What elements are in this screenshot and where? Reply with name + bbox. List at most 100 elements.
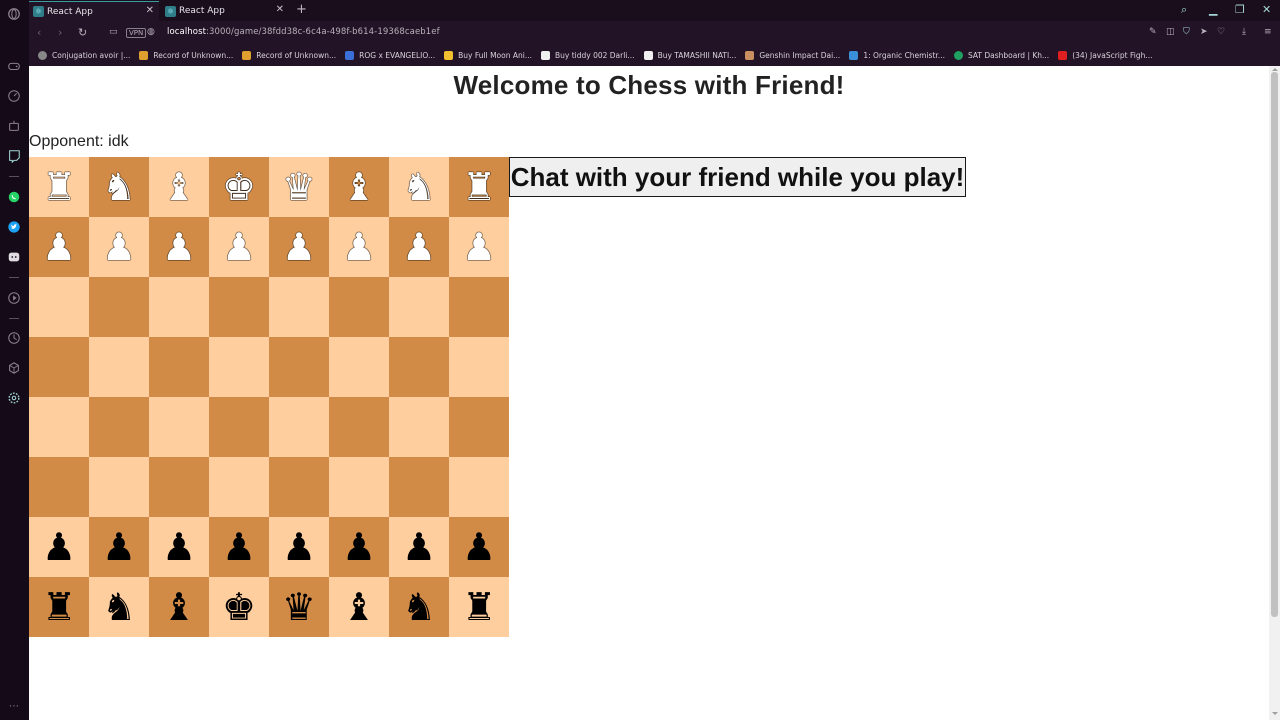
board-square[interactable] (149, 277, 209, 337)
board-square[interactable] (89, 277, 149, 337)
twitter-icon[interactable] (6, 219, 22, 235)
close-tab-icon[interactable]: ✕ (146, 6, 154, 16)
board-square[interactable] (449, 397, 509, 457)
gamepad-icon[interactable] (6, 58, 22, 74)
white-knight-icon[interactable]: ♞ (402, 157, 436, 217)
shield-icon[interactable]: ⛉ (1183, 27, 1190, 37)
black-bishop-icon[interactable]: ♝ (342, 577, 376, 637)
white-rook-icon[interactable]: ♜ (42, 157, 76, 217)
board-square[interactable]: ♟ (29, 217, 89, 277)
board-square[interactable]: ♟ (89, 517, 149, 577)
board-square[interactable]: ♜ (29, 577, 89, 637)
black-pawn-icon[interactable]: ♟ (42, 517, 76, 577)
black-pawn-icon[interactable]: ♟ (462, 517, 496, 577)
board-square[interactable]: ♟ (269, 517, 329, 577)
board-square[interactable] (449, 277, 509, 337)
bookmark-item[interactable]: Record of Unknown... (242, 51, 336, 60)
board-square[interactable] (329, 397, 389, 457)
forward-icon[interactable]: › (58, 26, 62, 39)
board-square[interactable]: ♞ (89, 157, 149, 217)
site-info-icon[interactable]: ◍ (147, 27, 155, 37)
board-square[interactable]: ♛ (269, 577, 329, 637)
board-square[interactable] (389, 337, 449, 397)
black-pawn-icon[interactable]: ♟ (102, 517, 136, 577)
board-square[interactable] (389, 457, 449, 517)
tab-react-app-2[interactable]: ⚛ React App ✕ (161, 1, 289, 21)
board-square[interactable]: ♞ (389, 157, 449, 217)
board-square[interactable] (29, 457, 89, 517)
bookmark-item[interactable]: Record of Unknown... (139, 51, 233, 60)
bookmark-item[interactable]: ROG x EVANGELIO... (345, 51, 435, 60)
close-tab-icon[interactable]: ✕ (276, 5, 284, 15)
board-square[interactable] (29, 277, 89, 337)
board-square[interactable] (89, 397, 149, 457)
board-square[interactable] (329, 277, 389, 337)
snapshot-icon[interactable]: ◫ (1166, 27, 1175, 37)
tab-react-app-1[interactable]: ⚛ React App ✕ (29, 1, 159, 21)
board-square[interactable] (269, 397, 329, 457)
board-square[interactable]: ♛ (269, 157, 329, 217)
board-square[interactable] (209, 277, 269, 337)
robot-icon[interactable] (6, 118, 22, 134)
white-knight-icon[interactable]: ♞ (102, 157, 136, 217)
board-square[interactable]: ♞ (389, 577, 449, 637)
white-pawn-icon[interactable]: ♟ (402, 217, 436, 277)
black-king-icon[interactable]: ♚ (222, 577, 256, 637)
white-pawn-icon[interactable]: ♟ (342, 217, 376, 277)
heart-icon[interactable]: ♡ (1217, 27, 1225, 37)
edit-icon[interactable]: ✎ (1149, 27, 1157, 37)
restore-window-icon[interactable]: ❐ (1235, 3, 1245, 16)
bookmark-item[interactable]: (34) JavaScript Figh... (1058, 51, 1152, 60)
whatsapp-icon[interactable] (6, 189, 22, 205)
black-bishop-icon[interactable]: ♝ (162, 577, 196, 637)
url-field[interactable]: localhost:3000/game/38fdd38c-6c4a-498f-b… (167, 27, 440, 37)
board-square[interactable] (449, 457, 509, 517)
white-rook-icon[interactable]: ♜ (462, 157, 496, 217)
scroll-up-icon[interactable] (1272, 68, 1278, 71)
minimize-window-icon[interactable]: ▁ (1209, 3, 1217, 16)
board-square[interactable] (29, 337, 89, 397)
black-rook-icon[interactable]: ♜ (42, 577, 76, 637)
board-square[interactable]: ♝ (329, 577, 389, 637)
bookmark-item[interactable]: Buy Full Moon Ani... (444, 51, 532, 60)
white-pawn-icon[interactable]: ♟ (462, 217, 496, 277)
bookmark-item[interactable]: 1: Organic Chemistr... (849, 51, 945, 60)
chat-box[interactable]: Chat with your friend while you play! (509, 157, 966, 197)
white-pawn-icon[interactable]: ♟ (102, 217, 136, 277)
search-tabs-icon[interactable]: ⌕ (1181, 3, 1187, 17)
board-square[interactable] (29, 397, 89, 457)
scrollbar-thumb[interactable] (1271, 72, 1278, 617)
reload-icon[interactable]: ↻ (78, 26, 87, 39)
board-square[interactable]: ♟ (269, 217, 329, 277)
board-square[interactable]: ♟ (209, 517, 269, 577)
board-square[interactable]: ♟ (29, 517, 89, 577)
board-square[interactable] (389, 277, 449, 337)
board-square[interactable] (209, 337, 269, 397)
black-pawn-icon[interactable]: ♟ (282, 517, 316, 577)
white-bishop-icon[interactable]: ♝ (162, 157, 196, 217)
white-pawn-icon[interactable]: ♟ (222, 217, 256, 277)
more-options-icon[interactable]: ⋯ (6, 698, 22, 714)
board-square[interactable]: ♟ (449, 217, 509, 277)
board-square[interactable] (269, 337, 329, 397)
speedometer-icon[interactable] (6, 88, 22, 104)
black-knight-icon[interactable]: ♞ (102, 577, 136, 637)
white-king-icon[interactable]: ♚ (222, 157, 256, 217)
bookmark-item[interactable]: Buy tiddy 002 Darli... (540, 51, 635, 60)
board-square[interactable]: ♝ (149, 577, 209, 637)
board-square[interactable]: ♟ (149, 517, 209, 577)
chess-board[interactable]: ♜ ♞ ♝ ♚ ♛ ♝ ♞ ♜ ♟ ♟ ♟ ♟ ♟ ♟ ♟ ♟ ♟ ♟ ♟ ♟ ♟ ♟ ♟ ♟ ♜ ♞ ♝ ♚ ♛ ♝ ♞ ♜ (29, 157, 509, 637)
board-square[interactable]: ♟ (389, 517, 449, 577)
board-square[interactable] (269, 277, 329, 337)
back-icon[interactable]: ‹ (37, 26, 41, 39)
black-queen-icon[interactable]: ♛ (282, 577, 316, 637)
opera-logo-icon[interactable] (6, 6, 22, 22)
board-square[interactable] (209, 457, 269, 517)
white-pawn-icon[interactable]: ♟ (162, 217, 196, 277)
page-scrollbar[interactable] (1269, 66, 1280, 720)
board-square[interactable] (209, 397, 269, 457)
download-icon[interactable]: ⤓ (1242, 27, 1246, 37)
black-rook-icon[interactable]: ♜ (462, 577, 496, 637)
board-square[interactable] (329, 337, 389, 397)
twitch-icon[interactable] (6, 148, 22, 164)
